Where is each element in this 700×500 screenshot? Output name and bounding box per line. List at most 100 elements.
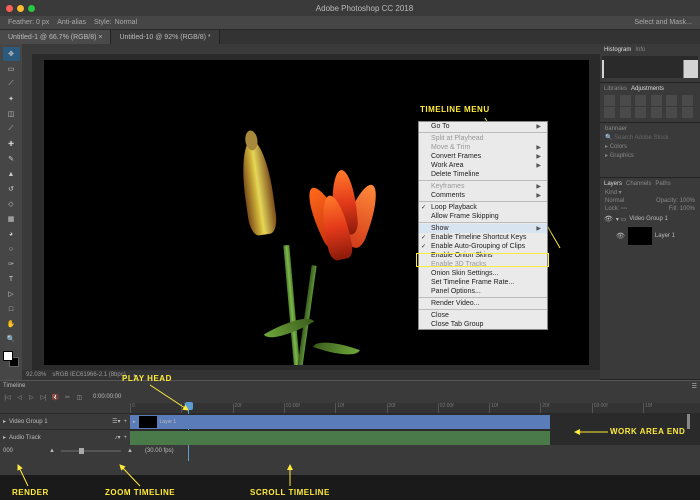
mute-button[interactable]: 🔇	[51, 393, 60, 402]
menu-render-video[interactable]: Render Video...	[419, 299, 547, 308]
vertical-ruler	[22, 54, 32, 370]
prev-frame-button[interactable]: ◁	[15, 393, 24, 402]
audio-clip[interactable]	[130, 431, 550, 445]
opacity-value[interactable]: 100%	[680, 198, 695, 204]
eyedropper-tool[interactable]: ⟋	[3, 122, 20, 136]
render-button[interactable]: 000	[3, 448, 13, 454]
visibility-icon[interactable]: 👁	[604, 215, 613, 223]
antialias-option[interactable]: Anti-alias	[57, 19, 86, 26]
histogram-tab[interactable]: Histogram	[604, 47, 631, 53]
playhead-icon[interactable]	[185, 402, 193, 410]
video-group-row[interactable]: 👁 ▾ ▭ Video Group 1	[602, 213, 698, 225]
pen-tool[interactable]: ✑	[3, 257, 20, 271]
color-picker-icon[interactable]	[3, 351, 19, 367]
menu-work-area[interactable]: Work Area▶	[419, 161, 547, 170]
timecode-display[interactable]: 0:00:00:00	[93, 394, 121, 400]
menu-frame-rate[interactable]: Set Timeline Frame Rate...	[419, 278, 547, 287]
feather-option[interactable]: Feather: 0 px	[8, 19, 49, 26]
heal-tool[interactable]: ✚	[3, 137, 20, 151]
fill-value[interactable]: 100%	[680, 206, 695, 212]
adjustment-icon[interactable]	[604, 95, 615, 106]
crop-tool[interactable]: ◫	[3, 107, 20, 121]
stamp-tool[interactable]: ▲	[3, 167, 20, 181]
blur-tool[interactable]: ◕	[3, 227, 20, 241]
menu-delete-timeline[interactable]: Delete Timeline	[419, 170, 547, 179]
adjustment-icon[interactable]	[682, 107, 693, 118]
visibility-icon[interactable]: 👁	[616, 232, 625, 240]
shape-tool[interactable]: □	[3, 302, 20, 316]
library-search[interactable]: 🔍 Search Adobe Stock	[602, 133, 698, 142]
tab-untitled-1[interactable]: Untitled-1 @ 66.7% (RGB/8) ×	[0, 30, 111, 44]
info-tab[interactable]: Info	[635, 47, 645, 53]
close-window-icon[interactable]	[6, 5, 13, 12]
menu-show[interactable]: Show▶	[419, 224, 547, 233]
menu-close[interactable]: Close	[419, 311, 547, 320]
timeline-tab[interactable]: Timeline	[3, 383, 25, 389]
minimize-window-icon[interactable]	[17, 5, 24, 12]
channels-tab[interactable]: Channels	[626, 181, 651, 187]
adjustments-tab[interactable]: Adjustments	[631, 86, 664, 92]
history-brush-tool[interactable]: ↺	[3, 182, 20, 196]
transition-button[interactable]: ◫	[75, 393, 84, 402]
adjustment-icon[interactable]	[651, 95, 662, 106]
menu-shortcut-keys[interactable]: Enable Timeline Shortcut Keys	[419, 233, 547, 242]
layer-row[interactable]: 👁Layer 1	[602, 225, 698, 247]
adjustment-icon[interactable]	[651, 107, 662, 118]
brush-tool[interactable]: ✎	[3, 152, 20, 166]
adjustment-icon[interactable]	[620, 107, 631, 118]
blend-mode[interactable]: Normal	[605, 198, 624, 204]
menu-close-tab-group[interactable]: Close Tab Group	[419, 320, 547, 329]
eraser-tool[interactable]: ◇	[3, 197, 20, 211]
next-frame-button[interactable]: ▷|	[39, 393, 48, 402]
menu-onion-skins[interactable]: Enable Onion Skins	[419, 251, 547, 260]
paths-tab[interactable]: Paths	[655, 181, 670, 187]
video-clip[interactable]: ▸Layer 1	[130, 415, 550, 429]
adjustment-icon[interactable]	[604, 107, 615, 118]
zoom-tool[interactable]: 🔍	[3, 332, 20, 346]
adjustment-icon[interactable]	[666, 107, 677, 118]
menu-frame-skipping[interactable]: Allow Frame Skipping	[419, 212, 547, 221]
menu-comments[interactable]: Comments▶	[419, 191, 547, 200]
menu-panel-options[interactable]: Panel Options...	[419, 287, 547, 296]
adjustment-icon[interactable]	[635, 107, 646, 118]
work-area-end-handle[interactable]	[687, 414, 690, 429]
annotation-render: RENDER	[12, 488, 49, 497]
gradient-tool[interactable]: ▦	[3, 212, 20, 226]
adjustment-icon[interactable]	[620, 95, 631, 106]
menu-autogroup[interactable]: Enable Auto-Grouping of Clips	[419, 242, 547, 251]
library-dropdown[interactable]: bannaer	[602, 125, 698, 133]
menu-loop-playback[interactable]: Loop Playback	[419, 203, 547, 212]
adjustment-icon[interactable]	[666, 95, 677, 106]
style-dropdown[interactable]: Normal	[115, 19, 138, 26]
fps-display: (30.00 fps)	[145, 448, 174, 454]
lasso-tool[interactable]: ⟋	[3, 77, 20, 91]
kind-filter[interactable]: Kind	[605, 190, 617, 196]
library-colors-group[interactable]: ▸ Colors	[602, 142, 698, 151]
timeline-menu-button[interactable]: ☰	[692, 383, 697, 390]
move-tool[interactable]: ✥	[3, 47, 20, 61]
layers-tab[interactable]: Layers	[604, 181, 622, 187]
marquee-tool[interactable]: ▭	[3, 62, 20, 76]
adjustment-icon[interactable]	[682, 95, 693, 106]
tab-untitled-10[interactable]: Untitled-10 @ 92% (RGB/8) *	[111, 30, 219, 44]
library-graphics-group[interactable]: ▸ Graphics	[602, 151, 698, 160]
path-tool[interactable]: ▷	[3, 287, 20, 301]
menu-goto[interactable]: Go To▶	[419, 122, 547, 131]
split-button[interactable]: ✂	[63, 393, 72, 402]
dodge-tool[interactable]: ○	[3, 242, 20, 256]
wand-tool[interactable]: ✦	[3, 92, 20, 106]
select-mask-button[interactable]: Select and Mask...	[634, 19, 692, 26]
menu-convert-frames[interactable]: Convert Frames▶	[419, 152, 547, 161]
style-label: Style:	[94, 19, 112, 26]
zoom-slider[interactable]	[61, 450, 121, 452]
menu-onion-settings[interactable]: Onion Skin Settings...	[419, 269, 547, 278]
first-frame-button[interactable]: |◁	[3, 393, 12, 402]
timeline-ruler[interactable]: 0 10f 20f 01:00f 10f 20f 02:00f 10f 20f …	[130, 403, 700, 413]
zoom-level[interactable]: 92.03%	[26, 372, 46, 378]
play-button[interactable]: ▷	[27, 393, 36, 402]
type-tool[interactable]: T	[3, 272, 20, 286]
zoom-window-icon[interactable]	[28, 5, 35, 12]
libraries-tab[interactable]: Libraries	[604, 86, 627, 92]
adjustment-icon[interactable]	[635, 95, 646, 106]
hand-tool[interactable]: ✋	[3, 317, 20, 331]
